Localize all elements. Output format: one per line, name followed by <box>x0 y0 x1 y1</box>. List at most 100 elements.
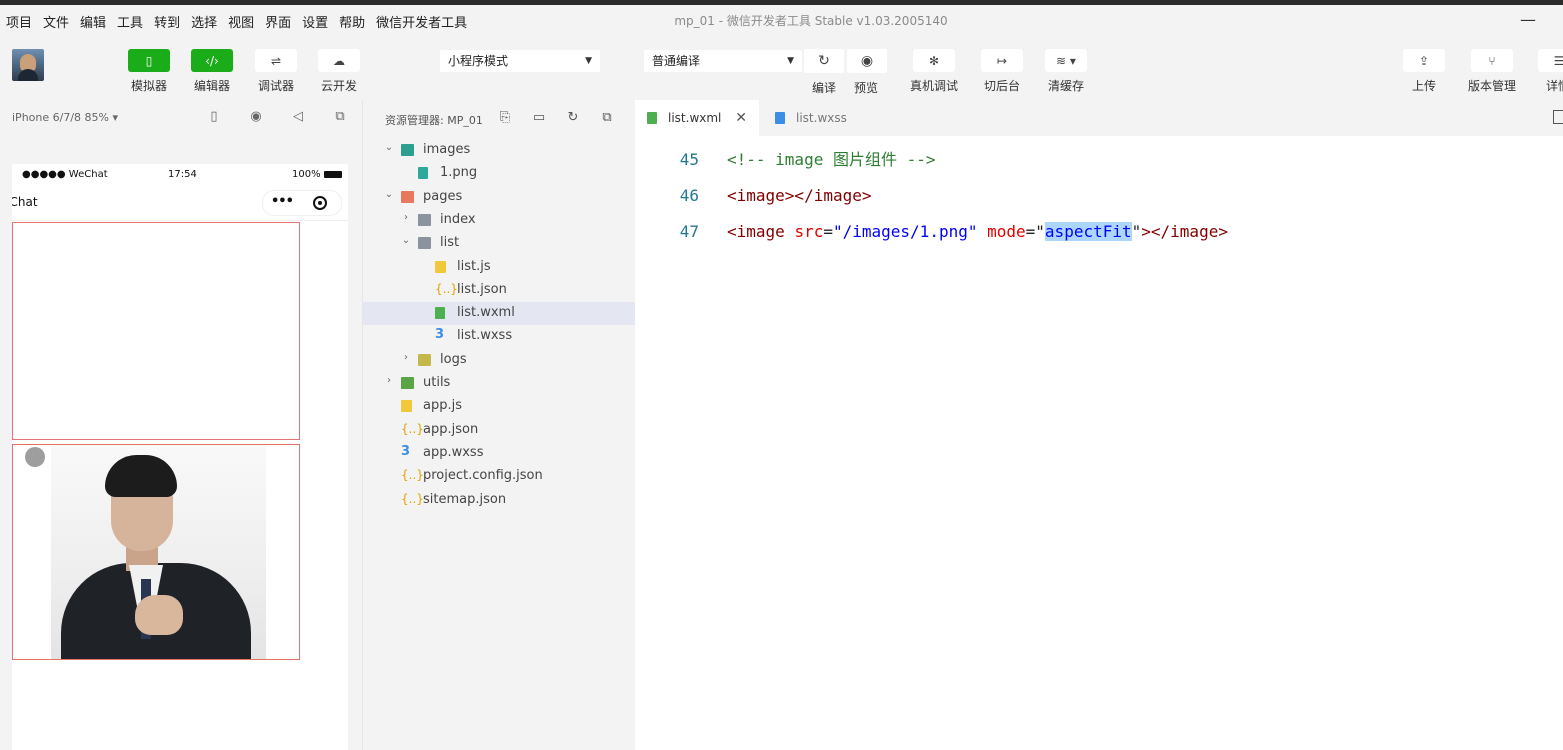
menu-item[interactable]: 帮助 <box>339 12 365 31</box>
more-icon[interactable]: ••• <box>271 194 294 209</box>
debugger-button[interactable]: ⇌ 调试器 <box>246 49 306 94</box>
real-device-debug-button[interactable]: ✻ 真机调试 <box>904 49 964 94</box>
editor-tab[interactable]: list.wxml ✕ <box>635 100 759 136</box>
menu-item[interactable]: 设置 <box>302 12 328 31</box>
minimize-button[interactable]: — <box>1520 11 1536 31</box>
chevron-down-icon[interactable]: ⌄ <box>383 142 395 153</box>
menu-items: 项目 文件 编辑 工具 转到 选择 视图 界面 设置 帮助 微信开发者工具 <box>6 5 478 37</box>
details-label: 详情 <box>1546 79 1563 93</box>
phone-outline-icon[interactable]: ▯ <box>206 109 222 125</box>
capsule-menu[interactable]: ••• <box>262 190 342 216</box>
user-avatar[interactable] <box>12 49 44 81</box>
chevron-right-icon[interactable]: › <box>400 352 412 363</box>
tree-item-label: app.json <box>423 421 479 437</box>
tree-item[interactable]: 3 list.wxss <box>363 325 635 348</box>
close-icon[interactable]: ✕ <box>735 100 747 136</box>
code-line[interactable]: 46 <image></image> <box>635 184 1563 208</box>
new-folder-icon[interactable]: ▭ <box>531 110 547 126</box>
tree-item[interactable]: list.js <box>363 256 635 279</box>
cloud-label: 云开发 <box>320 79 357 93</box>
clear-cache-label: 清缓存 <box>1047 79 1084 93</box>
folder-icon <box>418 213 431 226</box>
code-text: <image></image> <box>727 184 872 208</box>
clear-cache-button[interactable]: ≋ ▾ 清缓存 <box>1036 49 1096 94</box>
tree-item[interactable]: ⌄ images <box>363 139 635 162</box>
tree-item[interactable]: {..} app.json <box>363 419 635 442</box>
new-file-icon[interactable]: ⎘ <box>497 110 513 126</box>
background-button[interactable]: ↦ 切后台 <box>972 49 1032 94</box>
code-line[interactable]: 47 <image src="/images/1.png" mode="aspec… <box>635 220 1563 244</box>
close-target-icon[interactable] <box>313 196 327 210</box>
simulator-button[interactable]: ▯ 模拟器 <box>119 49 179 94</box>
collapse-all-icon[interactable]: ⧉ <box>599 110 615 126</box>
folder-img-icon <box>401 144 414 156</box>
phone-screen: ●●●●● WeChat 17:54 100% WeChat ••• <box>12 164 348 750</box>
tree-item[interactable]: {..} sitemap.json <box>363 489 635 512</box>
menu-icon: ☰ <box>1538 49 1563 72</box>
chevron-right-icon[interactable]: › <box>400 212 412 223</box>
tree-item[interactable]: {..} project.config.json <box>363 465 635 488</box>
editor-tab-label: list.wxml <box>668 111 722 125</box>
tree-item-label: list.js <box>457 258 491 274</box>
aspectfit-image-box <box>12 444 300 660</box>
menu-bar: 项目 文件 编辑 工具 转到 选择 视图 界面 设置 帮助 微信开发者工具 mp_01 - 微信开发… <box>0 5 1563 37</box>
editor-button[interactable]: ‹/› 编辑器 <box>182 49 242 94</box>
split-editor-icon[interactable] <box>1553 110 1563 124</box>
debug-dot-icon[interactable] <box>25 447 45 467</box>
tree-item[interactable]: app.js <box>363 395 635 418</box>
device-select[interactable]: iPhone 6/7/8 85% ▾ <box>12 111 118 124</box>
tree-item[interactable]: list.wxml <box>363 302 635 326</box>
file-type-icon <box>775 112 785 124</box>
battery-text: 100% <box>292 169 321 180</box>
refresh-icon[interactable]: ↻ <box>565 110 581 126</box>
chevron-down-icon[interactable]: ⌄ <box>400 235 412 246</box>
branch-icon: ⑂ <box>1471 49 1513 72</box>
explorer-header: 资源管理器: MP_01 ⎘ ▭ ↻ ⧉ <box>362 100 635 136</box>
tree-item-label: app.wxss <box>423 444 484 460</box>
version-button[interactable]: ⑂ 版本管理 <box>1462 49 1522 94</box>
eye-icon[interactable]: ◉ <box>847 49 887 73</box>
details-button[interactable]: ☰ 详情 <box>1526 49 1563 94</box>
popout-icon[interactable]: ⧉ <box>332 109 348 125</box>
tree-item-label: sitemap.json <box>423 491 507 507</box>
menu-item[interactable]: 微信开发者工具 <box>376 12 467 31</box>
tree-item[interactable]: 3 app.wxss <box>363 442 635 465</box>
code-line[interactable]: 45 <!-- image 图片组件 --> <box>635 148 1563 172</box>
tree-item[interactable]: › index <box>363 209 635 232</box>
menu-item[interactable]: 视图 <box>228 12 254 31</box>
volume-icon[interactable]: ◁ <box>290 109 306 125</box>
folder-logs-icon <box>418 353 431 366</box>
tree-item[interactable]: ⌄ pages <box>363 186 635 209</box>
compile-mode-select[interactable]: 普通编译 ▼ <box>644 50 802 72</box>
version-label: 版本管理 <box>1467 79 1516 93</box>
tree-item[interactable]: › utils <box>363 372 635 395</box>
menu-item[interactable]: 选择 <box>191 12 217 31</box>
tree-item[interactable]: › logs <box>363 349 635 372</box>
menu-item[interactable]: 转到 <box>154 12 180 31</box>
menu-item[interactable]: 工具 <box>117 12 143 31</box>
refresh-icon[interactable]: ↻ <box>804 49 844 73</box>
tree-item[interactable]: 1.png <box>363 162 635 185</box>
carrier-text: ●●●●● WeChat <box>22 169 108 180</box>
portrait-photo <box>51 445 266 659</box>
menu-item[interactable]: 界面 <box>265 12 291 31</box>
json-icon: {..} <box>435 281 458 296</box>
simulator-header: iPhone 6/7/8 85% ▾ ▯ ◉ ◁ ⧉ <box>0 100 362 136</box>
json-icon: {..} <box>401 491 424 506</box>
cloud-button[interactable]: ☁ 云开发 <box>309 49 369 94</box>
chevron-down-icon[interactable]: ⌄ <box>383 189 395 200</box>
menu-item[interactable]: 文件 <box>43 12 69 31</box>
upload-button[interactable]: ⇪ 上传 <box>1394 49 1454 94</box>
menu-item[interactable]: 项目 <box>6 12 32 31</box>
mode-select[interactable]: 小程序模式 ▼ <box>440 50 600 72</box>
code-token: aspectFit <box>1044 222 1132 241</box>
record-icon[interactable]: ◉ <box>248 109 264 125</box>
editor-tab[interactable]: list.wxss <box>763 100 883 136</box>
tree-item-label: utils <box>423 375 451 390</box>
tree-item[interactable]: {..} list.json <box>363 279 635 302</box>
tree-item[interactable]: ⌄ list <box>363 232 635 255</box>
chevron-right-icon[interactable]: › <box>383 375 395 386</box>
menu-item[interactable]: 编辑 <box>80 12 106 31</box>
code-editor[interactable]: 45 <!-- image 图片组件 --> 46 <image></image> 47… <box>635 136 1563 750</box>
wxml-icon <box>435 307 445 320</box>
